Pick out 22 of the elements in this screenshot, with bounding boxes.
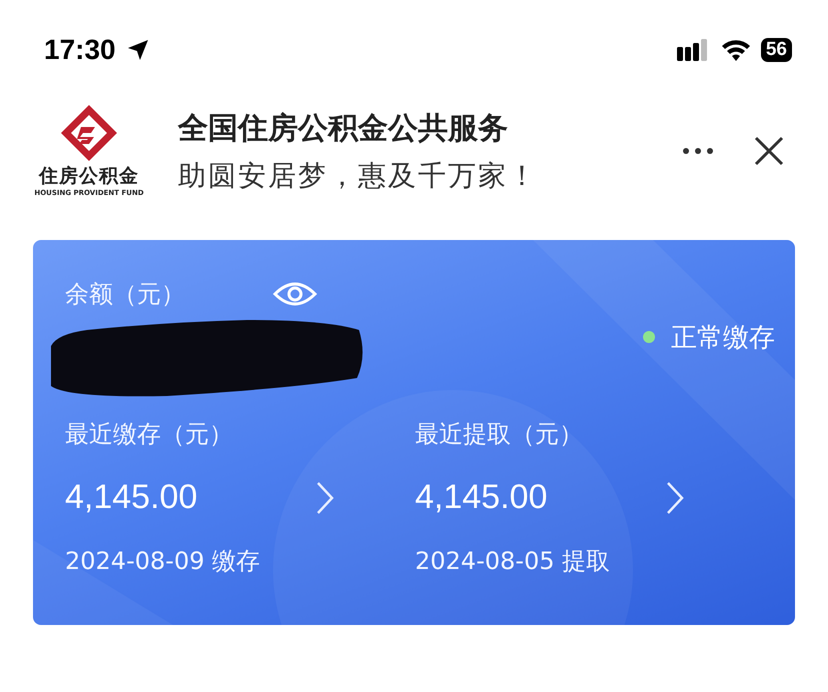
status-time: 17:30 [44,34,116,66]
recent-label: 最近缴存（元） [65,419,234,450]
chevron-right-icon[interactable] [315,480,335,514]
logo-icon [59,105,119,161]
chevron-right-icon[interactable] [665,480,685,514]
battery-level: 56 [760,38,792,62]
balance-label: 余额（元） [65,279,185,310]
account-status: 正常缴存 [671,322,775,354]
close-button[interactable] [754,136,784,166]
recent-label: 最近提取（元） [415,419,584,450]
transaction-date: 2024-08-05 提取 [415,546,612,577]
amount: 4,145.00 [65,478,198,517]
wifi-icon [720,39,751,61]
location-arrow-icon [126,38,150,62]
transaction-date: 2024-08-09 缴存 [65,546,262,577]
more-button[interactable] [682,147,714,155]
status-dot-icon [643,331,655,343]
slogan: 助圆安居梦，惠及千万家！ [178,158,539,194]
amount: 4,145.00 [415,478,548,517]
service-title: 全国住房公积金公共服务 [178,110,509,148]
eye-icon[interactable] [273,280,317,308]
logo-text: 住房公积金 [39,164,139,189]
